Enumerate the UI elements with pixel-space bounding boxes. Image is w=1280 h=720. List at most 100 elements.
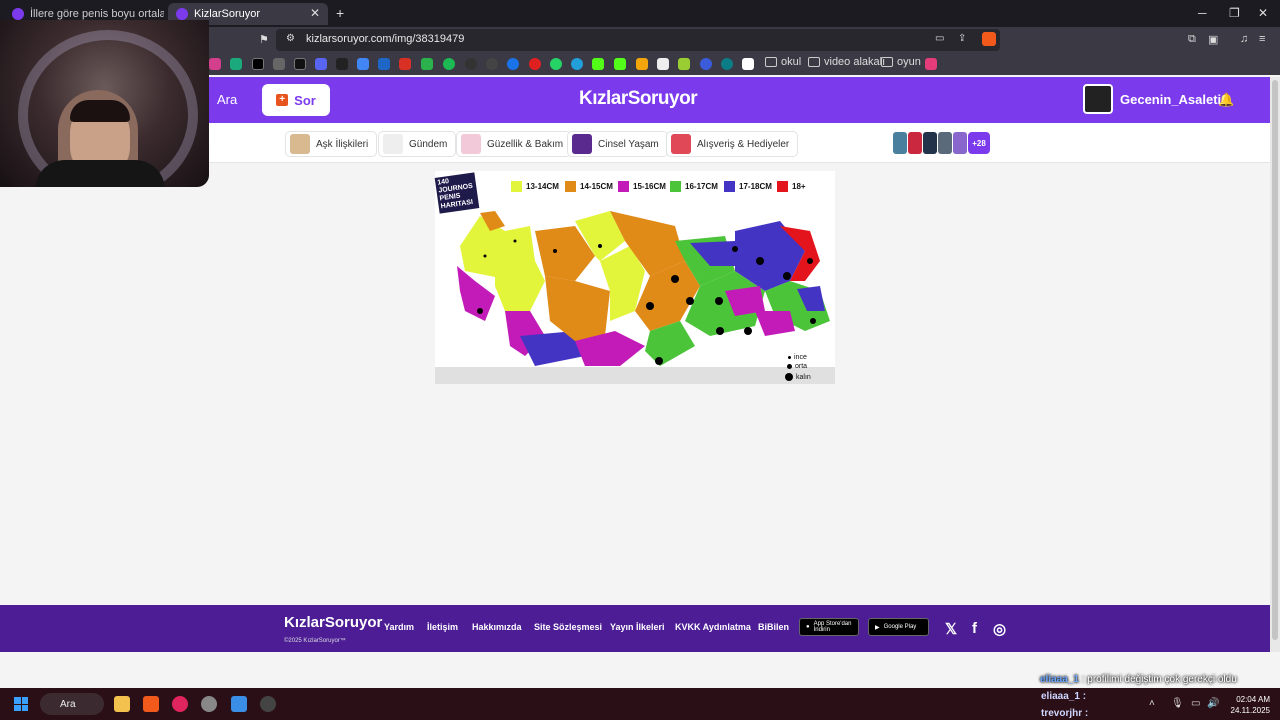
map-title-badge: 140 JOURNOS PENIS HARITASI	[434, 172, 480, 214]
category-ask-iliskileri[interactable]: Aşk İlişkileri	[285, 131, 378, 157]
new-tab-button[interactable]: +	[336, 5, 344, 21]
clock-time: 02:04 AM	[1236, 695, 1270, 704]
url-text[interactable]: kizlarsoruyor.com/img/38319479	[306, 33, 464, 45]
file-explorer-icon[interactable]	[114, 696, 130, 712]
category-guzellik-bakim[interactable]: Güzellik & Bakım	[456, 131, 573, 157]
volume-icon[interactable]: 🔊	[1207, 698, 1219, 709]
taskbar-clock[interactable]: 02:04 AM 24.11.2025	[1228, 694, 1270, 716]
category-thumb-icon	[290, 134, 310, 154]
close-window-icon[interactable]: ✕	[1258, 6, 1268, 20]
tray-chevron-icon[interactable]: ˄	[1149, 698, 1155, 709]
more-categories-badge[interactable]: +28	[968, 132, 990, 154]
notification-bell-icon[interactable]: 🔔	[1218, 92, 1234, 108]
restore-icon[interactable]: ❐	[1229, 6, 1240, 20]
brave-browser-icon[interactable]	[143, 696, 159, 712]
site-logo[interactable]: KızlarSoruyor	[579, 88, 698, 110]
bookmark-icon[interactable]	[721, 58, 733, 70]
kick-bookmark-icon[interactable]	[592, 58, 604, 70]
footer-link-site-sozlesmesi[interactable]: Site Sözleşmesi	[534, 622, 602, 632]
telegram-bookmark-icon[interactable]	[571, 58, 583, 70]
close-tab-icon[interactable]: ✕	[310, 6, 320, 20]
media-icon[interactable]: ♫	[1240, 33, 1248, 45]
footer-link-yardim[interactable]: Yardım	[384, 622, 414, 632]
bookmark-icon[interactable]	[678, 58, 690, 70]
footer-link-yayin-ilkeleri[interactable]: Yayın İlkeleri	[610, 622, 665, 632]
menu-icon[interactable]: ≡	[1259, 33, 1265, 45]
bookmark-icon[interactable]	[657, 58, 669, 70]
x-social-icon[interactable]: 𝕏	[945, 620, 957, 638]
category-gundem[interactable]: Gündem	[378, 131, 457, 157]
footer-link-iletisim[interactable]: İletişim	[427, 622, 458, 632]
bookmark-icon[interactable]	[336, 58, 348, 70]
legend-item: 17-18CM	[724, 181, 772, 192]
network-icon[interactable]: ▭	[1191, 698, 1200, 709]
site-info-icon[interactable]: ⚙	[286, 33, 295, 44]
bookmark-icon[interactable]	[700, 58, 712, 70]
dot-large	[785, 373, 793, 381]
bookmark-icon[interactable]	[273, 58, 285, 70]
cast-icon[interactable]: ▭	[935, 33, 944, 44]
avatar[interactable]	[1083, 84, 1113, 114]
legend-label: 14-15CM	[580, 182, 613, 191]
avatar	[953, 132, 967, 154]
bookmark-icon[interactable]	[925, 58, 937, 70]
bookmark-icon[interactable]	[742, 58, 754, 70]
media-player-icon[interactable]	[172, 696, 188, 712]
stream-chat-overlay: eliaaa_1 : profilimi değiştim çok gerekç…	[1040, 674, 1237, 685]
github-bookmark-icon[interactable]	[486, 58, 498, 70]
legend-item: 13-14CM	[511, 181, 559, 192]
footer-logo[interactable]: KızlarSoruyor	[284, 614, 382, 631]
gmail-bookmark-icon[interactable]	[399, 58, 411, 70]
drive-bookmark-icon[interactable]	[421, 58, 433, 70]
kick-bookmark-icon[interactable]	[614, 58, 626, 70]
tiktok-bookmark-icon[interactable]	[294, 58, 306, 70]
taskbar-search[interactable]: Ara	[40, 693, 104, 715]
bookmark-icon[interactable]	[357, 58, 369, 70]
ask-button-label: Sor	[294, 92, 316, 108]
bookmark-icon[interactable]	[465, 58, 477, 70]
photos-icon[interactable]	[231, 696, 247, 712]
extensions-icon[interactable]: ⧉	[1188, 33, 1196, 46]
instagram-icon[interactable]: ◎	[993, 620, 1006, 638]
discord-bookmark-icon[interactable]	[315, 58, 327, 70]
instagram-bookmark-icon[interactable]	[209, 58, 221, 70]
bookmark-folder-video[interactable]: video alakalı	[808, 56, 885, 68]
ask-button[interactable]: + Sor	[262, 84, 330, 116]
x-bookmark-icon[interactable]	[252, 58, 264, 70]
sidebar-icon[interactable]: ▣	[1208, 33, 1218, 46]
brave-shield-icon[interactable]	[982, 32, 996, 46]
steam-icon[interactable]	[260, 696, 276, 712]
legend-item: 15-16CM	[618, 181, 666, 192]
microphone-icon[interactable]: 🎙	[1171, 698, 1184, 709]
bookmark-icon[interactable]: ⚑	[259, 33, 269, 46]
bookmark-folder-oyun[interactable]: oyun	[881, 56, 921, 68]
app-store-button[interactable]: ● App Store'dan İndirin	[799, 618, 859, 636]
map-image[interactable]	[435, 171, 835, 384]
minimize-icon[interactable]: ─	[1198, 6, 1207, 20]
youtube-bookmark-icon[interactable]	[529, 58, 541, 70]
windows-start-icon[interactable]	[14, 697, 28, 711]
category-alisveris-hediyeler[interactable]: Alışveriş & Hediyeler	[666, 131, 799, 157]
bookmark-icon[interactable]	[230, 58, 242, 70]
spotify-bookmark-icon[interactable]	[443, 58, 455, 70]
whatsapp-bookmark-icon[interactable]	[550, 58, 562, 70]
footer-link-hakkimizda[interactable]: Hakkımızda	[472, 622, 522, 632]
footer-link-kvkk[interactable]: KVKK Aydınlatma	[675, 622, 751, 632]
bookmark-icon[interactable]	[636, 58, 648, 70]
username[interactable]: Gecenin_Asaleti	[1120, 92, 1221, 107]
facebook-icon[interactable]: f	[972, 620, 977, 637]
share-icon[interactable]: ⇪	[958, 33, 966, 44]
category-avatars[interactable]: +28	[893, 132, 990, 154]
clock-date: 24.11.2025	[1230, 706, 1270, 715]
obs-icon[interactable]	[201, 696, 217, 712]
bookmark-folder-okul[interactable]: okul	[765, 56, 801, 68]
bookmark-icon[interactable]	[378, 58, 390, 70]
play-icon: ▶	[875, 624, 880, 631]
search-link[interactable]: Ara	[217, 92, 237, 107]
category-cinsel-yasam[interactable]: Cinsel Yaşam	[567, 131, 668, 157]
scrollbar-thumb[interactable]	[1272, 80, 1278, 640]
google-play-button[interactable]: ▶ Google Play	[868, 618, 929, 636]
footer-link-bibilen[interactable]: BiBilen	[758, 622, 789, 632]
bookmark-icon[interactable]	[507, 58, 519, 70]
legend-swatch	[724, 181, 735, 192]
